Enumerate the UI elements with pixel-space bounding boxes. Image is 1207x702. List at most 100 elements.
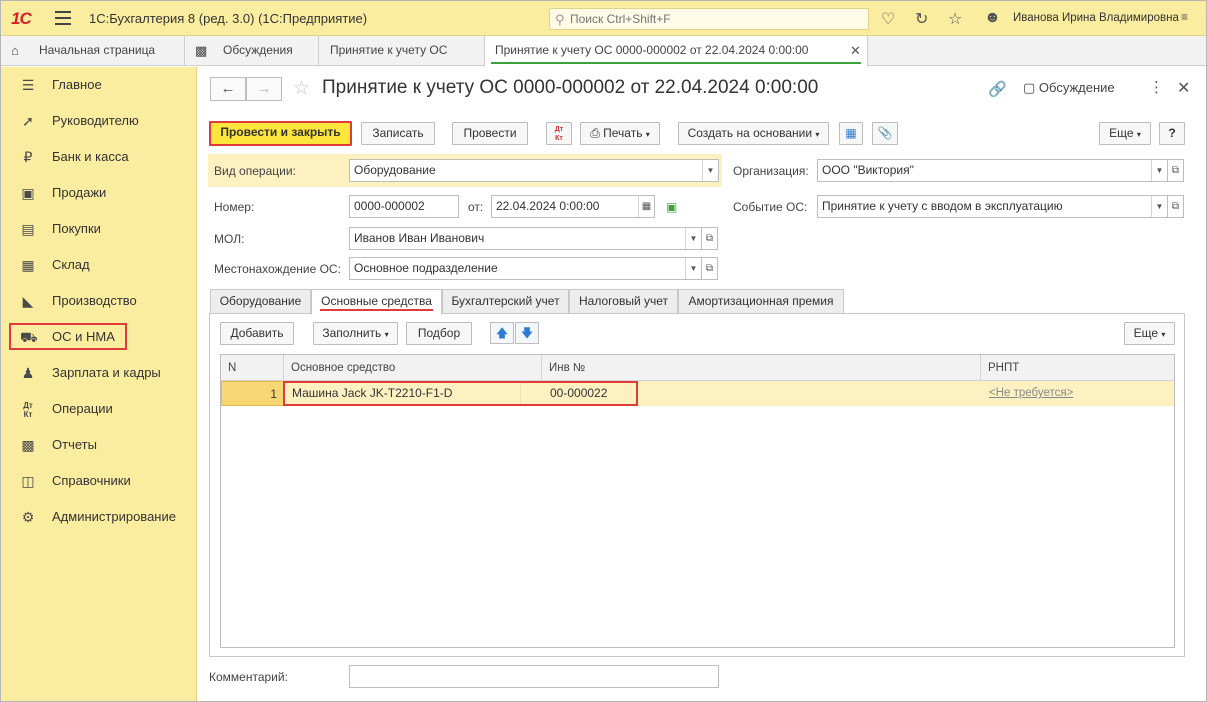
tab-os-list[interactable]: Принятие к учету ОС — [319, 36, 485, 66]
table-more-button[interactable]: Еще ▾ — [1124, 322, 1175, 345]
move-up-button[interactable]: 🡅 — [490, 322, 514, 344]
sidebar-item-main[interactable]: ☰ Главное — [1, 67, 197, 103]
date-value: 22.04.2024 0:00:00 — [496, 199, 600, 213]
chevron-down-icon[interactable]: ▼ — [1151, 160, 1167, 181]
close-tab-icon[interactable]: ✕ — [850, 43, 861, 59]
sidebar-item-salary[interactable]: ♟ Зарплата и кадры — [1, 355, 197, 391]
add-row-button[interactable]: Добавить — [220, 322, 294, 345]
trend-icon: ➚ — [22, 113, 34, 129]
favorites-star-icon[interactable]: ☆ — [948, 9, 962, 29]
history-icon[interactable]: ↻ — [915, 9, 928, 29]
sidebar-item-catalogs[interactable]: ◫ Справочники — [1, 463, 197, 499]
paperclip-icon: 📎 — [877, 126, 893, 140]
cart-icon: ▤ — [21, 221, 35, 237]
menu-lines-icon[interactable]: ≡ — [1181, 10, 1188, 24]
close-icon[interactable]: ✕ — [1177, 78, 1190, 98]
tab-equipment[interactable]: Оборудование — [210, 289, 311, 314]
dt-kt-button[interactable]: Дт Кт — [546, 122, 572, 145]
calendar-icon[interactable]: ▦ — [638, 196, 654, 217]
comment-field[interactable] — [349, 665, 719, 688]
os-event-value: Принятие к учету с вводом в эксплуатацию — [822, 199, 1063, 213]
mol-label: МОЛ: — [214, 232, 245, 246]
sidebar-item-label: Склад — [52, 257, 90, 272]
number-label: Номер: — [214, 200, 255, 214]
print-button[interactable]: ⎙ Печать ▾ — [580, 122, 660, 145]
chevron-down-icon[interactable]: ▼ — [702, 160, 718, 181]
user-name[interactable]: Иванова Ирина Владимировна — [1013, 12, 1179, 24]
sidebar-item-bank[interactable]: ₽ Банк и касса — [1, 139, 197, 175]
sidebar-item-label: Руководителю — [52, 113, 139, 128]
person-icon: ♟ — [21, 365, 35, 381]
chevron-down-icon[interactable]: ▼ — [685, 228, 701, 249]
sidebar-item-admin[interactable]: ⚙ Администрирование — [1, 499, 197, 535]
favorite-star-icon[interactable]: ☆ — [293, 77, 310, 100]
open-os-event-icon[interactable]: ⧉ — [1167, 195, 1184, 218]
app-title: 1С:Бухгалтерия 8 (ред. 3.0) (1С:Предприя… — [89, 11, 368, 26]
tab-label: Принятие к учету ОС — [330, 43, 448, 57]
user-icon[interactable]: ☻ — [984, 9, 1001, 27]
sidebar-item-label: Продажи — [52, 185, 107, 200]
pick-button[interactable]: Подбор — [406, 322, 472, 345]
structure-button[interactable]: ▦ — [839, 122, 863, 145]
fill-button[interactable]: Заполнить ▾ — [313, 322, 398, 345]
global-search[interactable]: ⚲ — [549, 8, 869, 30]
column-header-inv[interactable]: Инв № — [542, 355, 981, 381]
cell-n[interactable]: 1 — [221, 381, 284, 406]
create-based-on-button[interactable]: Создать на основании ▾ — [678, 122, 829, 145]
organization-field[interactable]: ООО "Виктория" ▼ — [817, 159, 1168, 182]
tab-home[interactable]: ⌂ Начальная страница — [1, 36, 185, 66]
tab-depreciation-bonus[interactable]: Амортизационная премия — [678, 289, 844, 314]
hamburger-menu-icon[interactable] — [55, 11, 71, 25]
number-field[interactable]: 0000-000002 — [349, 195, 459, 218]
sidebar-item-label: Администрирование — [52, 509, 176, 524]
mol-field[interactable]: Иванов Иван Иванович ▼ — [349, 227, 702, 250]
sidebar-item-sales[interactable]: ▣ Продажи — [1, 175, 197, 211]
more-button[interactable]: Еще ▾ — [1099, 122, 1151, 145]
column-header-rnpt[interactable]: РНПТ — [981, 355, 1174, 381]
attach-button[interactable]: 📎 — [872, 122, 898, 145]
tab-os-document[interactable]: Принятие к учету ОС 0000-000002 от 22.04… — [485, 36, 868, 67]
sidebar-item-label: Главное — [52, 77, 102, 92]
discussion-button[interactable]: ▢ Обсуждение — [1023, 80, 1115, 96]
tab-accounting[interactable]: Бухгалтерский учет — [442, 289, 569, 314]
sidebar-item-warehouse[interactable]: ▦ Склад — [1, 247, 197, 283]
search-input[interactable] — [570, 11, 860, 27]
operation-type-field[interactable]: Оборудование ▼ — [349, 159, 719, 182]
tab-label: Начальная страница — [39, 43, 156, 57]
location-field[interactable]: Основное подразделение ▼ — [349, 257, 702, 280]
sidebar-item-operations[interactable]: Дт Кт Операции — [1, 391, 197, 427]
sidebar-item-reports[interactable]: ▩ Отчеты — [1, 427, 197, 463]
open-mol-icon[interactable]: ⧉ — [701, 227, 718, 250]
mol-value: Иванов Иван Иванович — [354, 231, 485, 245]
date-check-icon[interactable]: ▣ — [666, 200, 677, 214]
sidebar-item-purchases[interactable]: ▤ Покупки — [1, 211, 197, 247]
date-field[interactable]: 22.04.2024 0:00:00 ▦ — [491, 195, 655, 218]
cell-rnpt-link[interactable]: <Не требуется> — [989, 381, 1169, 406]
open-location-icon[interactable]: ⧉ — [701, 257, 718, 280]
link-icon[interactable]: 🔗 — [988, 80, 1007, 98]
chat-icon: ▩ — [195, 43, 208, 58]
back-button[interactable]: ← — [210, 77, 246, 101]
chevron-down-icon: ▾ — [384, 330, 389, 339]
post-and-close-button[interactable]: Провести и закрыть — [209, 121, 352, 146]
open-organization-icon[interactable]: ⧉ — [1167, 159, 1184, 182]
tab-discussions[interactable]: ▩ Обсуждения — [185, 36, 319, 66]
tab-fixed-assets[interactable]: Основные средства — [311, 289, 442, 315]
more-actions-icon[interactable]: ⋮ — [1149, 78, 1164, 96]
help-button[interactable]: ? — [1159, 122, 1185, 145]
chevron-down-icon[interactable]: ▼ — [685, 258, 701, 279]
column-header-n[interactable]: N — [221, 355, 284, 381]
discussion-label: Обсуждение — [1038, 80, 1115, 95]
sidebar-item-production[interactable]: ◣ Производство — [1, 283, 197, 319]
os-event-field[interactable]: Принятие к учету с вводом в эксплуатацию… — [817, 195, 1168, 218]
move-down-button[interactable]: 🡇 — [515, 322, 539, 344]
bell-icon[interactable]: ♡ — [881, 9, 895, 29]
column-header-asset[interactable]: Основное средство — [284, 355, 542, 381]
forward-button[interactable]: → — [246, 77, 282, 101]
post-button[interactable]: Провести — [452, 122, 528, 145]
chevron-down-icon[interactable]: ▼ — [1151, 196, 1167, 217]
save-button[interactable]: Записать — [361, 122, 435, 145]
sidebar-item-manager[interactable]: ➚ Руководителю — [1, 103, 197, 139]
tab-tax-accounting[interactable]: Налоговый учет — [569, 289, 678, 314]
sidebar-item-label: Покупки — [52, 221, 101, 236]
